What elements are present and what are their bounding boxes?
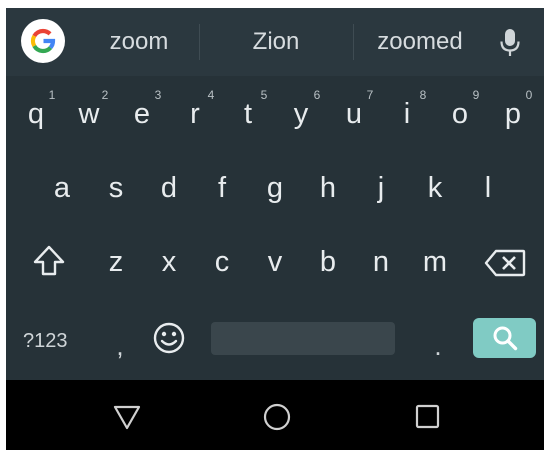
app-content-edge [0,0,544,8]
emoji-icon[interactable] [152,321,186,355]
search-button[interactable] [473,318,536,358]
key-z[interactable]: z [92,236,140,288]
key-hint-3: 3 [154,88,162,102]
key-c[interactable]: c [198,236,246,288]
comma-key[interactable]: , [110,326,130,366]
key-hint-4: 4 [207,88,215,102]
key-l[interactable]: l [464,162,512,214]
key-d[interactable]: d [145,162,193,214]
key-hint-5: 5 [260,88,268,102]
key-j[interactable]: j [357,162,405,214]
key-a[interactable]: a [38,162,86,214]
google-button[interactable] [21,19,65,63]
key-x[interactable]: x [145,236,193,288]
microphone-icon[interactable] [498,28,522,58]
symbols-key[interactable]: ?123 [23,324,77,358]
key-b[interactable]: b [304,236,352,288]
key-s[interactable]: s [92,162,140,214]
key-n[interactable]: n [357,236,405,288]
key-hint-2: 2 [101,88,109,102]
key-m[interactable]: m [411,236,459,288]
suggestion-2[interactable]: Zion [200,8,352,76]
navigation-bar [6,380,544,450]
key-hint-1: 1 [48,88,56,102]
key-f[interactable]: f [198,162,246,214]
suggestion-3[interactable]: zoomed [354,8,486,76]
key-h[interactable]: h [304,162,352,214]
key-hint-0: 0 [525,88,533,102]
back-triangle-icon[interactable] [112,402,142,432]
period-key[interactable]: . [428,326,448,366]
key-hint-9: 9 [472,88,480,102]
key-g[interactable]: g [251,162,299,214]
backspace-icon[interactable] [484,249,526,277]
search-icon [493,326,517,351]
key-hint-8: 8 [419,88,427,102]
shift-icon[interactable] [32,244,66,278]
recents-square-icon[interactable] [412,402,442,432]
space-bar[interactable] [211,322,395,355]
google-g-icon [30,28,56,54]
key-hint-7: 7 [366,88,374,102]
suggestion-strip: zoom Zion zoomed [6,8,544,76]
key-k[interactable]: k [411,162,459,214]
soft-keyboard: zoom Zion zoomed q 1 w 2 e 3 r 4 t 5 y 6… [6,8,544,380]
home-circle-icon[interactable] [262,402,292,432]
key-hint-6: 6 [313,88,321,102]
key-v[interactable]: v [251,236,299,288]
suggestion-1[interactable]: zoom [80,8,198,76]
